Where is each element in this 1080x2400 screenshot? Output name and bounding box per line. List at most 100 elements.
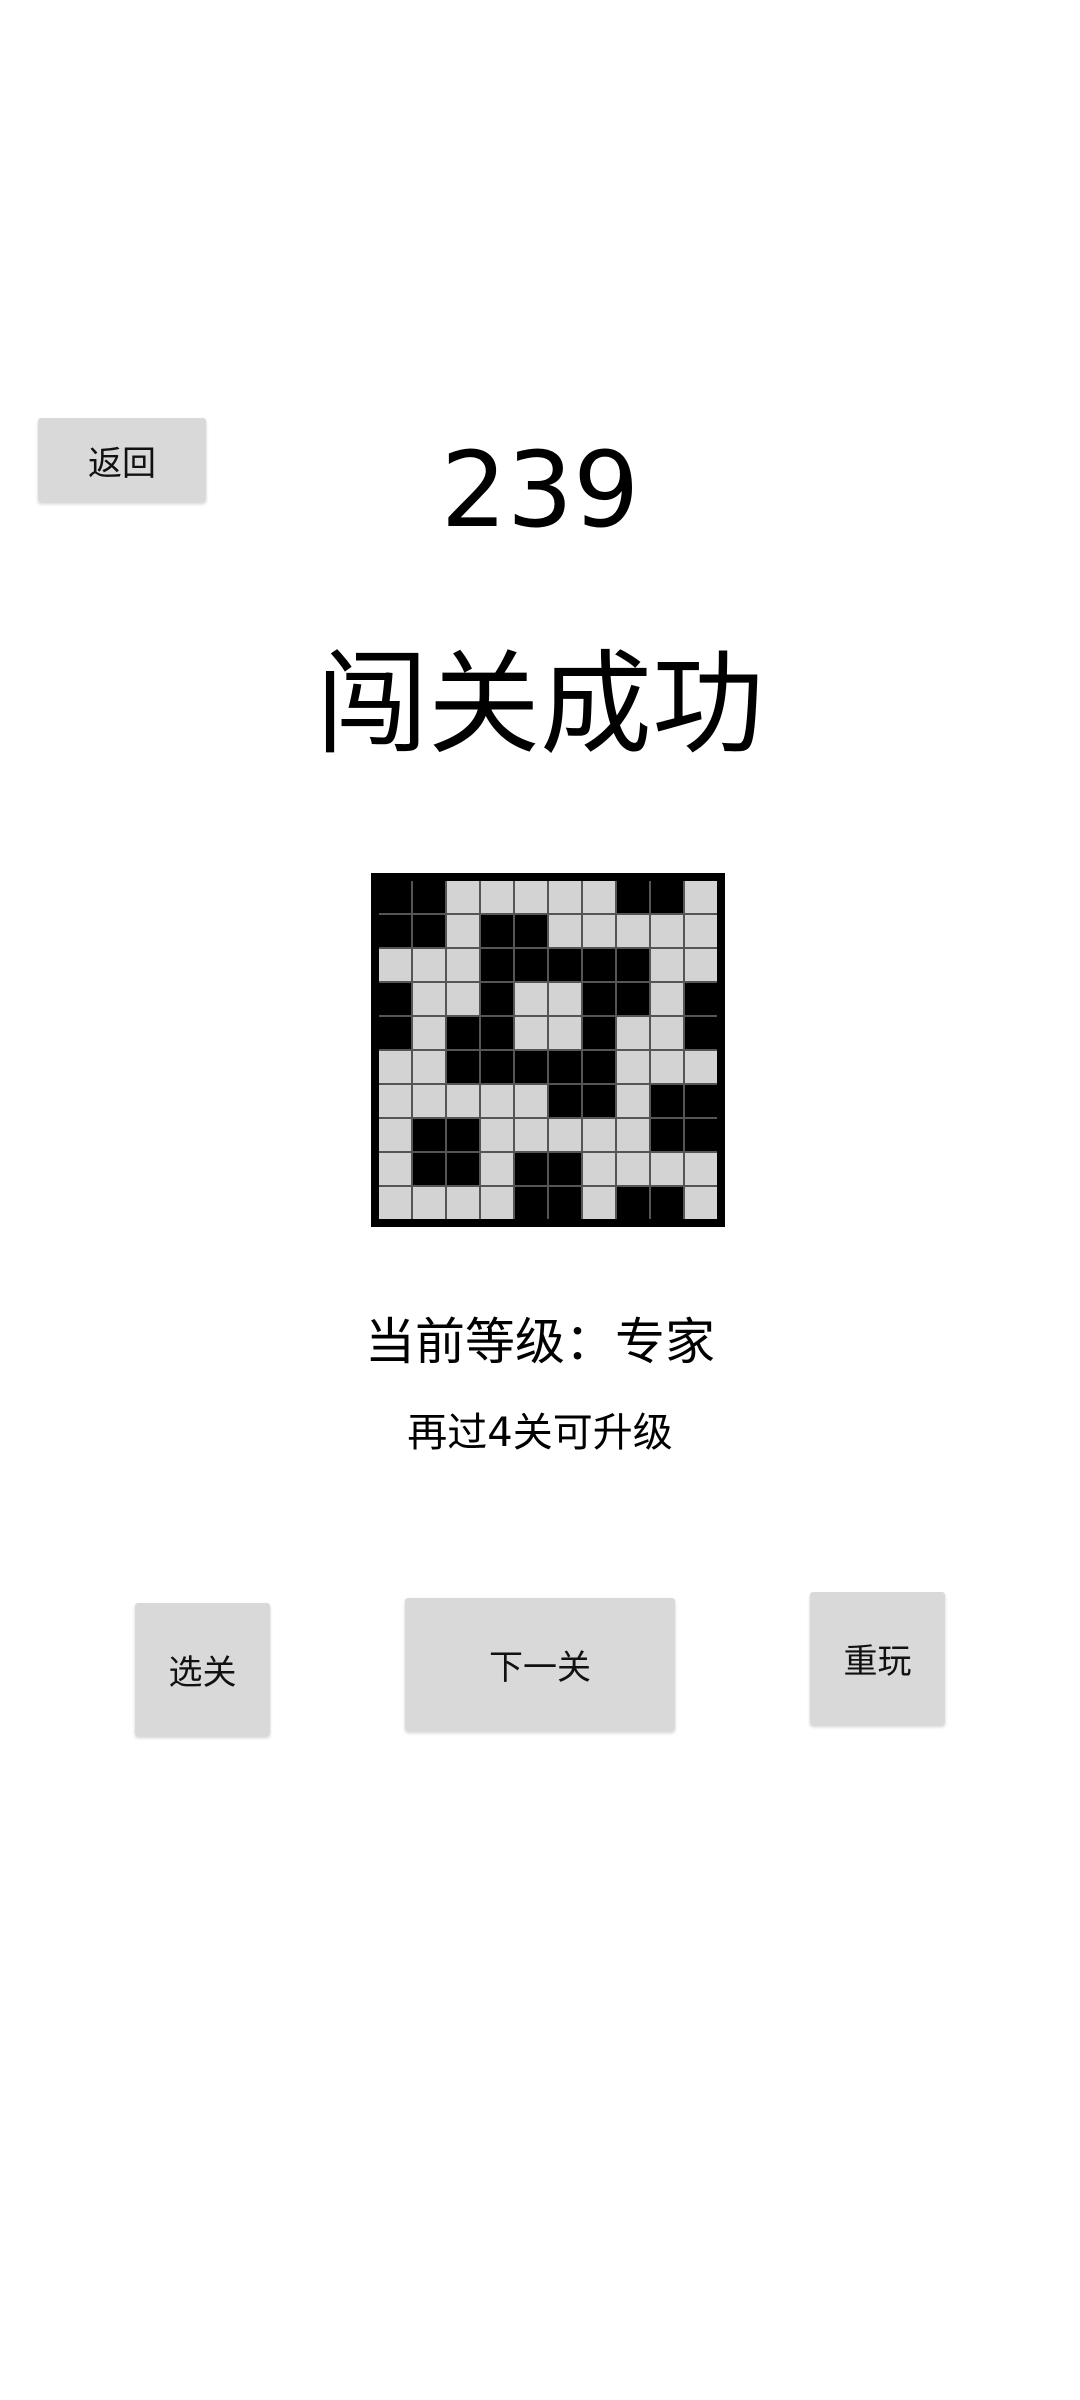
grid-cell-empty — [651, 1051, 683, 1083]
grid-cell-filled — [685, 1085, 717, 1117]
grid-cell-empty — [617, 1119, 649, 1151]
grid-cell-empty — [549, 1017, 581, 1049]
grid-cell-empty — [379, 1051, 411, 1083]
grid-cell-filled — [651, 881, 683, 913]
grid-cell-filled — [379, 915, 411, 947]
grid-cell-filled — [583, 1017, 615, 1049]
grid-cell-empty — [413, 949, 445, 981]
grid-cell-filled — [413, 1119, 445, 1151]
puzzle-grid-cells — [379, 881, 717, 1219]
grid-cell-empty — [481, 881, 513, 913]
grid-cell-filled — [481, 1051, 513, 1083]
grid-cell-filled — [481, 949, 513, 981]
grid-cell-empty — [617, 1051, 649, 1083]
grid-cell-empty — [583, 915, 615, 947]
grid-cell-filled — [447, 1119, 479, 1151]
grid-cell-filled — [549, 1187, 581, 1219]
grid-cell-empty — [413, 1017, 445, 1049]
grid-cell-empty — [515, 983, 547, 1015]
grid-cell-filled — [685, 1017, 717, 1049]
grid-cell-filled — [549, 1085, 581, 1117]
grid-cell-filled — [617, 881, 649, 913]
grid-cell-empty — [651, 1017, 683, 1049]
grid-cell-empty — [617, 1153, 649, 1185]
grid-cell-filled — [685, 983, 717, 1015]
grid-cell-filled — [549, 949, 581, 981]
grid-cell-empty — [549, 1119, 581, 1151]
grid-cell-filled — [481, 983, 513, 1015]
grid-cell-empty — [685, 1051, 717, 1083]
grid-cell-empty — [549, 881, 581, 913]
grid-cell-filled — [379, 1017, 411, 1049]
grid-cell-empty — [379, 1085, 411, 1117]
grid-cell-filled — [651, 1085, 683, 1117]
grid-cell-empty — [651, 983, 683, 1015]
grid-cell-filled — [413, 881, 445, 913]
grid-cell-empty — [583, 1119, 615, 1151]
grid-cell-empty — [413, 1085, 445, 1117]
grid-cell-filled — [583, 1051, 615, 1083]
grid-cell-empty — [583, 1187, 615, 1219]
grid-cell-filled — [685, 1119, 717, 1151]
grid-cell-filled — [583, 949, 615, 981]
grid-cell-filled — [515, 1153, 547, 1185]
upgrade-hint-text: 再过4关可升级 — [407, 1410, 673, 1456]
grid-cell-empty — [447, 915, 479, 947]
grid-cell-empty — [515, 1119, 547, 1151]
grid-cell-filled — [379, 881, 411, 913]
grid-cell-filled — [549, 1153, 581, 1185]
current-rank-text: 当前等级：专家 — [365, 1313, 715, 1371]
replay-button[interactable]: 重玩 — [810, 1592, 945, 1725]
grid-cell-empty — [413, 1051, 445, 1083]
grid-cell-empty — [413, 983, 445, 1015]
grid-cell-filled — [651, 1119, 683, 1151]
grid-cell-empty — [685, 949, 717, 981]
grid-cell-empty — [685, 1187, 717, 1219]
next-level-button[interactable]: 下一关 — [405, 1598, 675, 1731]
grid-cell-filled — [583, 1085, 615, 1117]
grid-cell-filled — [515, 1051, 547, 1083]
puzzle-grid — [371, 873, 725, 1227]
select-level-button[interactable]: 选关 — [135, 1603, 270, 1736]
grid-cell-empty — [447, 1085, 479, 1117]
grid-cell-empty — [379, 1119, 411, 1151]
grid-cell-empty — [515, 1085, 547, 1117]
grid-cell-filled — [481, 915, 513, 947]
grid-cell-empty — [583, 1153, 615, 1185]
grid-cell-filled — [617, 1187, 649, 1219]
grid-cell-empty — [515, 1017, 547, 1049]
grid-cell-empty — [651, 949, 683, 981]
grid-cell-filled — [515, 1187, 547, 1219]
grid-cell-empty — [379, 949, 411, 981]
grid-cell-empty — [685, 1153, 717, 1185]
grid-cell-empty — [413, 1187, 445, 1219]
level-number: 239 — [440, 429, 640, 551]
grid-cell-filled — [651, 1187, 683, 1219]
grid-cell-empty — [481, 1187, 513, 1219]
grid-cell-filled — [447, 1153, 479, 1185]
grid-cell-empty — [549, 983, 581, 1015]
grid-cell-empty — [447, 983, 479, 1015]
result-title: 闯关成功 — [316, 640, 764, 770]
grid-cell-empty — [685, 881, 717, 913]
grid-cell-filled — [549, 1051, 581, 1083]
grid-cell-filled — [447, 1051, 479, 1083]
grid-cell-filled — [481, 1017, 513, 1049]
grid-cell-filled — [515, 915, 547, 947]
grid-cell-empty — [379, 1187, 411, 1219]
grid-cell-empty — [685, 915, 717, 947]
grid-cell-empty — [481, 1119, 513, 1151]
grid-cell-empty — [617, 1017, 649, 1049]
grid-cell-empty — [583, 881, 615, 913]
grid-cell-empty — [651, 1153, 683, 1185]
grid-cell-empty — [447, 881, 479, 913]
grid-cell-empty — [515, 881, 547, 913]
grid-cell-filled — [379, 983, 411, 1015]
grid-cell-empty — [379, 1153, 411, 1185]
grid-cell-filled — [617, 983, 649, 1015]
grid-cell-empty — [481, 1153, 513, 1185]
grid-cell-filled — [413, 1153, 445, 1185]
grid-cell-empty — [447, 1187, 479, 1219]
grid-cell-filled — [413, 915, 445, 947]
grid-cell-empty — [651, 915, 683, 947]
